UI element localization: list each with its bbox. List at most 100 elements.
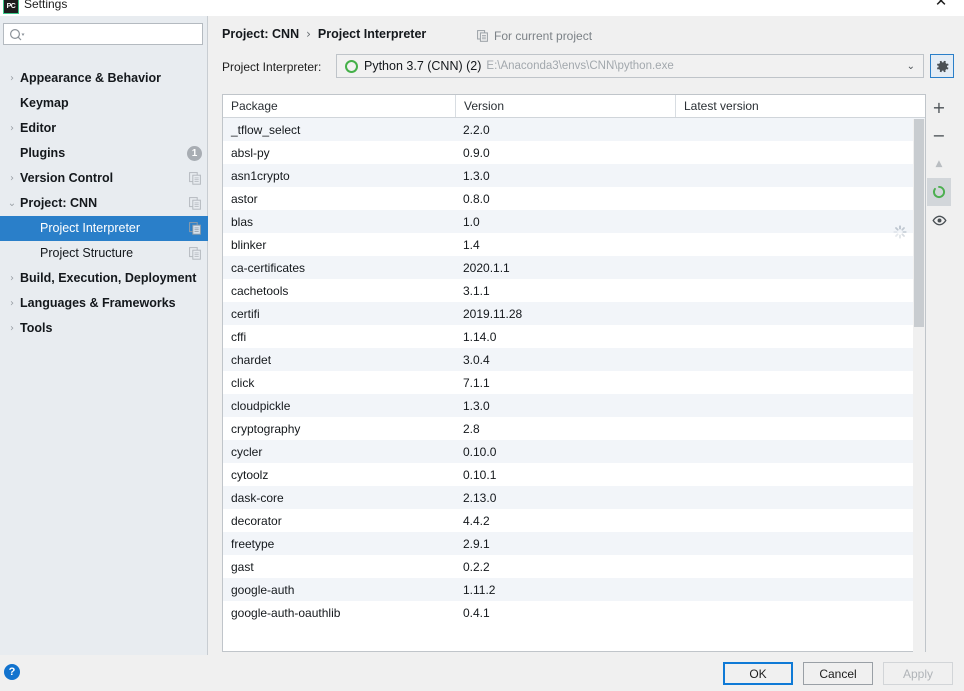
chevron-right-icon[interactable]: › — [4, 323, 20, 334]
table-row[interactable]: cycler 0.10.0 — [223, 440, 925, 463]
close-icon[interactable]: ✕ — [918, 0, 964, 16]
chevron-right-icon[interactable]: › — [4, 298, 20, 309]
table-row[interactable]: blinker 1.4 — [223, 233, 925, 256]
table-row[interactable]: absl-py 0.9.0 — [223, 141, 925, 164]
loading-spinner-icon — [893, 225, 907, 239]
table-row[interactable]: cffi 1.14.0 — [223, 325, 925, 348]
sidebar-item-build-execution-deployment[interactable]: › Build, Execution, Deployment — [0, 266, 208, 291]
search-icon — [9, 28, 25, 41]
sidebar-item-label: Project: CNN — [20, 196, 98, 210]
copy-icon — [189, 197, 201, 210]
search-input[interactable] — [30, 25, 200, 43]
cell-version: 4.4.2 — [463, 513, 490, 528]
cell-package: google-auth — [231, 582, 295, 597]
breadcrumb-parent[interactable]: Project: CNN — [222, 27, 299, 41]
sidebar-item-project-structure[interactable]: Project Structure — [0, 241, 208, 266]
cell-version: 3.1.1 — [463, 283, 490, 298]
sidebar-item-label: Editor — [20, 121, 57, 135]
cell-package: ca-certificates — [231, 260, 306, 275]
show-early-releases-button[interactable] — [927, 206, 951, 234]
table-scrollbar[interactable] — [913, 119, 925, 652]
chevron-right-icon[interactable]: › — [4, 173, 20, 184]
search-box[interactable] — [3, 23, 203, 45]
help-button[interactable]: ? — [4, 664, 20, 680]
table-row[interactable]: _tflow_select 2.2.0 — [223, 118, 925, 141]
table-row[interactable]: dask-core 2.13.0 — [223, 486, 925, 509]
cell-version: 0.10.1 — [463, 467, 497, 482]
table-row[interactable]: gast 0.2.2 — [223, 555, 925, 578]
cell-package: cycler — [231, 444, 263, 459]
table-row[interactable]: decorator 4.4.2 — [223, 509, 925, 532]
table-row[interactable]: cryptography 2.8 — [223, 417, 925, 440]
table-scrollbar-thumb[interactable] — [914, 119, 924, 327]
refresh-button[interactable] — [927, 178, 951, 206]
sidebar-item-label: Version Control — [20, 171, 114, 185]
breadcrumb-separator: › — [306, 27, 311, 41]
cell-version: 2020.1.1 — [463, 260, 510, 275]
table-body[interactable]: _tflow_select 2.2.0 absl-py 0.9.0 asn1crypto… — [223, 118, 925, 652]
table-row[interactable]: google-auth-oauthlib 0.4.1 — [223, 601, 925, 624]
sidebar-item-indicator — [189, 222, 202, 235]
copy-icon — [189, 247, 201, 260]
add-package-button[interactable]: + — [927, 94, 951, 122]
table-row[interactable]: astor 0.8.0 — [223, 187, 925, 210]
cell-package: google-auth-oauthlib — [231, 605, 341, 620]
sidebar-item-plugins[interactable]: Plugins 1 — [0, 141, 208, 166]
interpreter-settings-button[interactable] — [930, 54, 954, 78]
column-header-latest-version[interactable]: Latest version — [675, 95, 925, 117]
cell-version: 0.8.0 — [463, 191, 490, 206]
cell-package: click — [231, 375, 255, 390]
table-row[interactable]: cloudpickle 1.3.0 — [223, 394, 925, 417]
sidebar-item-editor[interactable]: › Editor — [0, 116, 208, 141]
title-bar: PC Settings ✕ — [0, 0, 964, 16]
packages-table: Package Version Latest version _tflow_se… — [222, 94, 926, 652]
sidebar-item-tools[interactable]: › Tools — [0, 316, 208, 341]
table-row[interactable]: asn1crypto 1.3.0 — [223, 164, 925, 187]
cell-version: 2.13.0 — [463, 490, 497, 505]
scope-note-label: For current project — [494, 29, 593, 43]
cell-package: freetype — [231, 536, 275, 551]
ok-button[interactable]: OK — [723, 662, 793, 685]
sidebar-item-label: Languages & Frameworks — [20, 296, 176, 310]
interpreter-dropdown[interactable]: Python 3.7 (CNN) (2) E:\Anaconda3\envs\C… — [336, 54, 924, 78]
sidebar-item-label: Keymap — [20, 96, 69, 110]
sidebar-item-keymap[interactable]: Keymap — [0, 91, 208, 116]
interpreter-label: Project Interpreter: — [222, 60, 322, 74]
interpreter-name: Python 3.7 (CNN) (2) — [364, 59, 482, 73]
sidebar-item-project-interpreter[interactable]: Project Interpreter — [0, 216, 208, 241]
scope-note: For current project — [477, 29, 592, 43]
chevron-right-icon[interactable]: › — [4, 123, 20, 134]
chevron-down-icon[interactable]: ⌄ — [4, 198, 20, 209]
cell-package: chardet — [231, 352, 272, 367]
breadcrumb-current: Project Interpreter — [317, 27, 427, 41]
table-row[interactable]: freetype 2.9.1 — [223, 532, 925, 555]
sidebar-item-version-control[interactable]: › Version Control — [0, 166, 208, 191]
table-row[interactable]: cytoolz 0.10.1 — [223, 463, 925, 486]
sidebar-item-languages-frameworks[interactable]: › Languages & Frameworks — [0, 291, 208, 316]
cell-package: decorator — [231, 513, 282, 528]
sidebar-item-label: Appearance & Behavior — [20, 71, 162, 85]
table-row[interactable]: cachetools 3.1.1 — [223, 279, 925, 302]
table-row[interactable]: certifi 2019.11.28 — [223, 302, 925, 325]
cell-version: 3.0.4 — [463, 352, 490, 367]
table-row[interactable]: click 7.1.1 — [223, 371, 925, 394]
table-row[interactable]: chardet 3.0.4 — [223, 348, 925, 371]
remove-package-button[interactable]: − — [927, 122, 951, 150]
table-header-row: Package Version Latest version — [223, 95, 925, 118]
chevron-right-icon[interactable]: › — [4, 73, 20, 84]
table-row[interactable]: ca-certificates 2020.1.1 — [223, 256, 925, 279]
table-row[interactable]: google-auth 1.11.2 — [223, 578, 925, 601]
chevron-right-icon[interactable]: › — [4, 273, 20, 284]
sidebar-item-appearance-behavior[interactable]: › Appearance & Behavior — [0, 66, 208, 91]
sidebar-item-project-cnn[interactable]: ⌄ Project: CNN — [0, 191, 208, 216]
table-row[interactable]: blas 1.0 — [223, 210, 925, 233]
plugins-update-badge: 1 — [187, 146, 202, 161]
sidebar-item-indicator — [189, 172, 202, 185]
column-header-version[interactable]: Version — [455, 95, 675, 117]
cell-package: cytoolz — [231, 467, 269, 482]
cell-package: asn1crypto — [231, 168, 290, 183]
cancel-button[interactable]: Cancel — [803, 662, 873, 685]
packages-toolbar: + − ▲ — [927, 94, 951, 234]
cell-version: 1.4 — [463, 237, 480, 252]
column-header-package[interactable]: Package — [223, 95, 455, 117]
